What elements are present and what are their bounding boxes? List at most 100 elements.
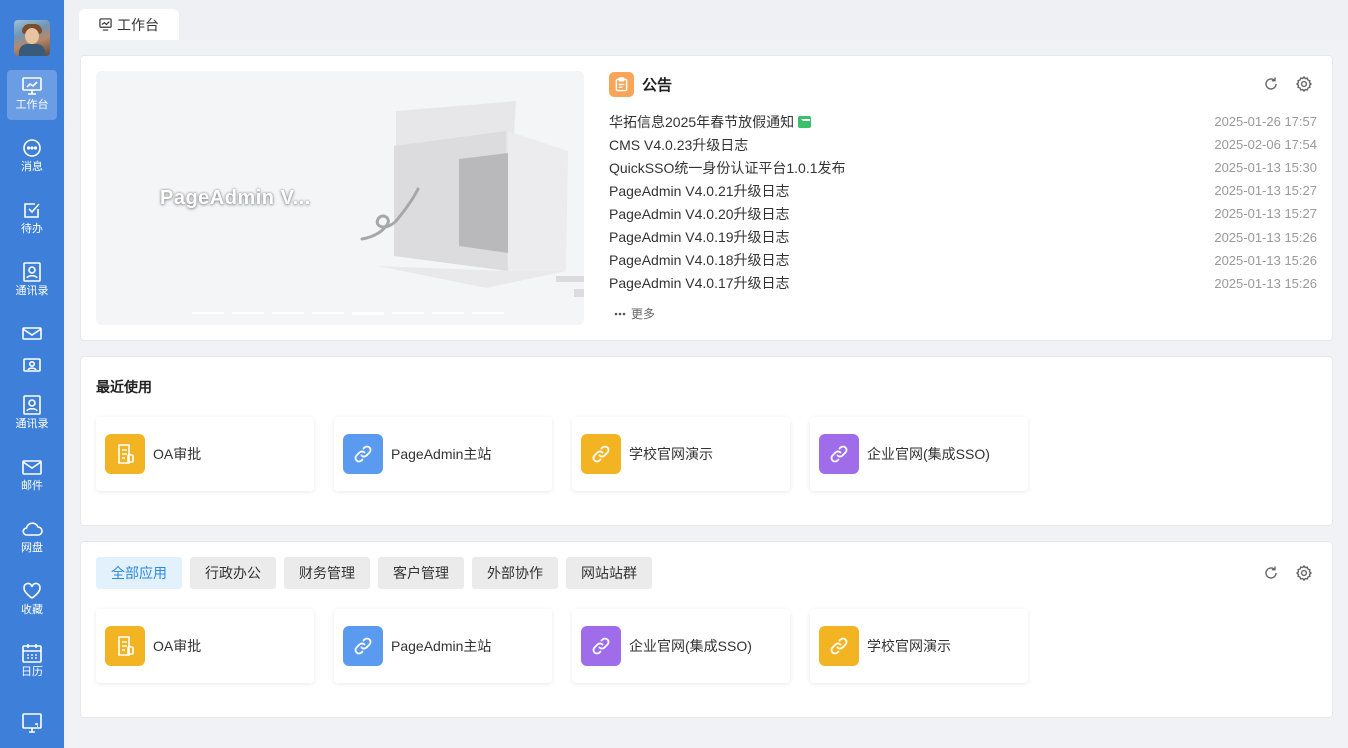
screen-icon <box>22 713 42 733</box>
app-card[interactable]: OA审批 <box>96 609 314 683</box>
filter-finance[interactable]: 财务管理 <box>284 557 370 589</box>
notice-item-title: PageAdmin V4.0.20升级日志 <box>609 205 790 222</box>
filter-external[interactable]: 外部协作 <box>472 557 558 589</box>
sidebar-item-mail-compact[interactable] <box>7 318 57 352</box>
banner-carousel[interactable]: PageAdmin V... <box>96 71 584 325</box>
ellipsis-icon <box>614 312 626 315</box>
notice-item[interactable]: CMS V4.0.23升级日志 2025-02-06 17:54 <box>609 133 1317 156</box>
notice-item-title: PageAdmin V4.0.18升级日志 <box>609 252 790 269</box>
sidebar-item-label: 工作台 <box>15 99 49 111</box>
refresh-icon[interactable] <box>1262 564 1280 582</box>
sidebar-item-calendar[interactable]: 日历 <box>7 637 57 687</box>
sidebar-item-messages[interactable]: 消息 <box>7 132 57 182</box>
recent-app-card[interactable]: 企业官网(集成SSO) <box>810 417 1028 491</box>
notice-item-date: 2025-01-13 15:26 <box>1214 275 1317 291</box>
sidebar-item-idcard-compact[interactable] <box>7 350 57 380</box>
sidebar-item-label: 网盘 <box>21 542 43 554</box>
tab-workbench[interactable]: 工作台 <box>79 9 179 40</box>
link-icon <box>343 434 383 474</box>
more-link[interactable]: 更多 <box>614 305 655 322</box>
app-name: 企业官网(集成SSO) <box>867 446 990 462</box>
sidebar-item-label: 待办 <box>21 223 43 235</box>
carousel-indicators <box>192 312 504 315</box>
sidebar-item-todo[interactable]: 待办 <box>7 194 57 244</box>
filter-customer[interactable]: 客户管理 <box>378 557 464 589</box>
notice-item[interactable]: PageAdmin V4.0.21升级日志 2025-01-13 15:27 <box>609 179 1317 202</box>
contact-card-icon <box>23 262 41 282</box>
notice-item-title: 华拓信息2025年春节放假通知 <box>609 113 795 130</box>
calendar-icon <box>22 644 42 663</box>
new-badge-icon <box>798 115 812 128</box>
id-card-icon <box>23 358 41 372</box>
recent-app-card[interactable]: 学校官网演示 <box>572 417 790 491</box>
notice-item[interactable]: PageAdmin V4.0.17升级日志 2025-01-13 15:26 <box>609 272 1317 295</box>
sidebar-item-label: 消息 <box>21 161 43 173</box>
clipboard-icon <box>609 72 634 97</box>
cloud-icon <box>22 522 43 536</box>
sidebar-item-favorites[interactable]: 收藏 <box>7 575 57 625</box>
notice-item[interactable]: QuickSSO统一身份认证平台1.0.1发布 2025-01-13 15:30 <box>609 156 1317 179</box>
carousel-dot[interactable] <box>472 312 504 314</box>
sidebar-item-workbench[interactable]: 工作台 <box>7 70 57 120</box>
sidebar-item-label: 邮件 <box>21 480 43 492</box>
dashboard-icon <box>99 18 112 31</box>
notice-item-date: 2025-01-13 15:27 <box>1214 183 1317 199</box>
notice-item-title: PageAdmin V4.0.19升级日志 <box>609 229 790 246</box>
link-icon <box>819 434 859 474</box>
carousel-dot[interactable] <box>272 312 304 314</box>
heart-icon <box>23 582 41 599</box>
notice-item-date: 2025-02-06 17:54 <box>1214 137 1317 153</box>
link-icon <box>581 626 621 666</box>
filter-all-apps[interactable]: 全部应用 <box>96 557 182 589</box>
notice-item-date: 2025-01-26 17:57 <box>1214 114 1317 130</box>
more-label: 更多 <box>631 307 656 321</box>
notice-list: 华拓信息2025年春节放假通知 2025-01-26 17:57 CMS V4.… <box>609 110 1317 295</box>
app-category-filters: 全部应用 行政办公 财务管理 客户管理 外部协作 网站站群 <box>96 557 652 589</box>
sidebar-item-contacts-2[interactable]: 通讯录 <box>7 389 57 439</box>
checkbox-icon <box>24 203 40 218</box>
avatar[interactable] <box>14 20 50 56</box>
sidebar-item-label: 通讯录 <box>15 285 49 297</box>
contact-card-icon <box>23 395 41 415</box>
app-name: OA审批 <box>153 446 202 462</box>
notice-item-title: QuickSSO统一身份认证平台1.0.1发布 <box>609 159 846 176</box>
document-icon <box>105 434 145 474</box>
sidebar-item-mail[interactable]: 邮件 <box>7 451 57 501</box>
app-name: 企业官网(集成SSO) <box>629 638 752 654</box>
sidebar-item-label: 收藏 <box>21 604 43 616</box>
app-card[interactable]: PageAdmin主站 <box>334 609 552 683</box>
notice-item[interactable]: PageAdmin V4.0.19升级日志 2025-01-13 15:26 <box>609 225 1317 248</box>
recent-app-card[interactable]: PageAdmin主站 <box>334 417 552 491</box>
filter-site-group[interactable]: 网站站群 <box>566 557 652 589</box>
notice-item-title: CMS V4.0.23升级日志 <box>609 136 749 153</box>
carousel-dot-active[interactable] <box>352 312 384 315</box>
banner-title: PageAdmin V... <box>160 187 311 209</box>
notice-item-date: 2025-01-13 15:30 <box>1214 160 1317 176</box>
settings-gear-icon[interactable] <box>1295 75 1313 93</box>
app-card[interactable]: 企业官网(集成SSO) <box>572 609 790 683</box>
mail-icon <box>22 460 42 475</box>
filter-admin-office[interactable]: 行政办公 <box>190 557 276 589</box>
chat-bubble-icon <box>23 139 41 157</box>
sidebar-item-contacts[interactable]: 通讯录 <box>7 256 57 306</box>
mail-icon <box>22 327 42 340</box>
refresh-icon[interactable] <box>1262 75 1280 93</box>
carousel-dot[interactable] <box>392 312 424 314</box>
sidebar-item-drive[interactable]: 网盘 <box>7 513 57 563</box>
notice-item-date: 2025-01-13 15:27 <box>1214 206 1317 222</box>
notice-item[interactable]: PageAdmin V4.0.18升级日志 2025-01-13 15:26 <box>609 249 1317 272</box>
carousel-dot[interactable] <box>232 312 264 314</box>
carousel-dot[interactable] <box>192 312 224 314</box>
notice-item[interactable]: PageAdmin V4.0.20升级日志 2025-01-13 15:27 <box>609 202 1317 225</box>
monitor-chart-icon <box>22 77 42 95</box>
app-name: 学校官网演示 <box>629 446 713 462</box>
link-icon <box>343 626 383 666</box>
carousel-dot[interactable] <box>432 312 464 314</box>
app-card[interactable]: 学校官网演示 <box>810 609 1028 683</box>
notice-item[interactable]: 华拓信息2025年春节放假通知 2025-01-26 17:57 <box>609 110 1317 133</box>
settings-gear-icon[interactable] <box>1295 564 1313 582</box>
recent-app-card[interactable]: OA审批 <box>96 417 314 491</box>
sidebar-item-screen[interactable] <box>7 706 57 746</box>
tab-bar: 工作台 <box>64 0 1348 40</box>
carousel-dot[interactable] <box>312 312 344 314</box>
